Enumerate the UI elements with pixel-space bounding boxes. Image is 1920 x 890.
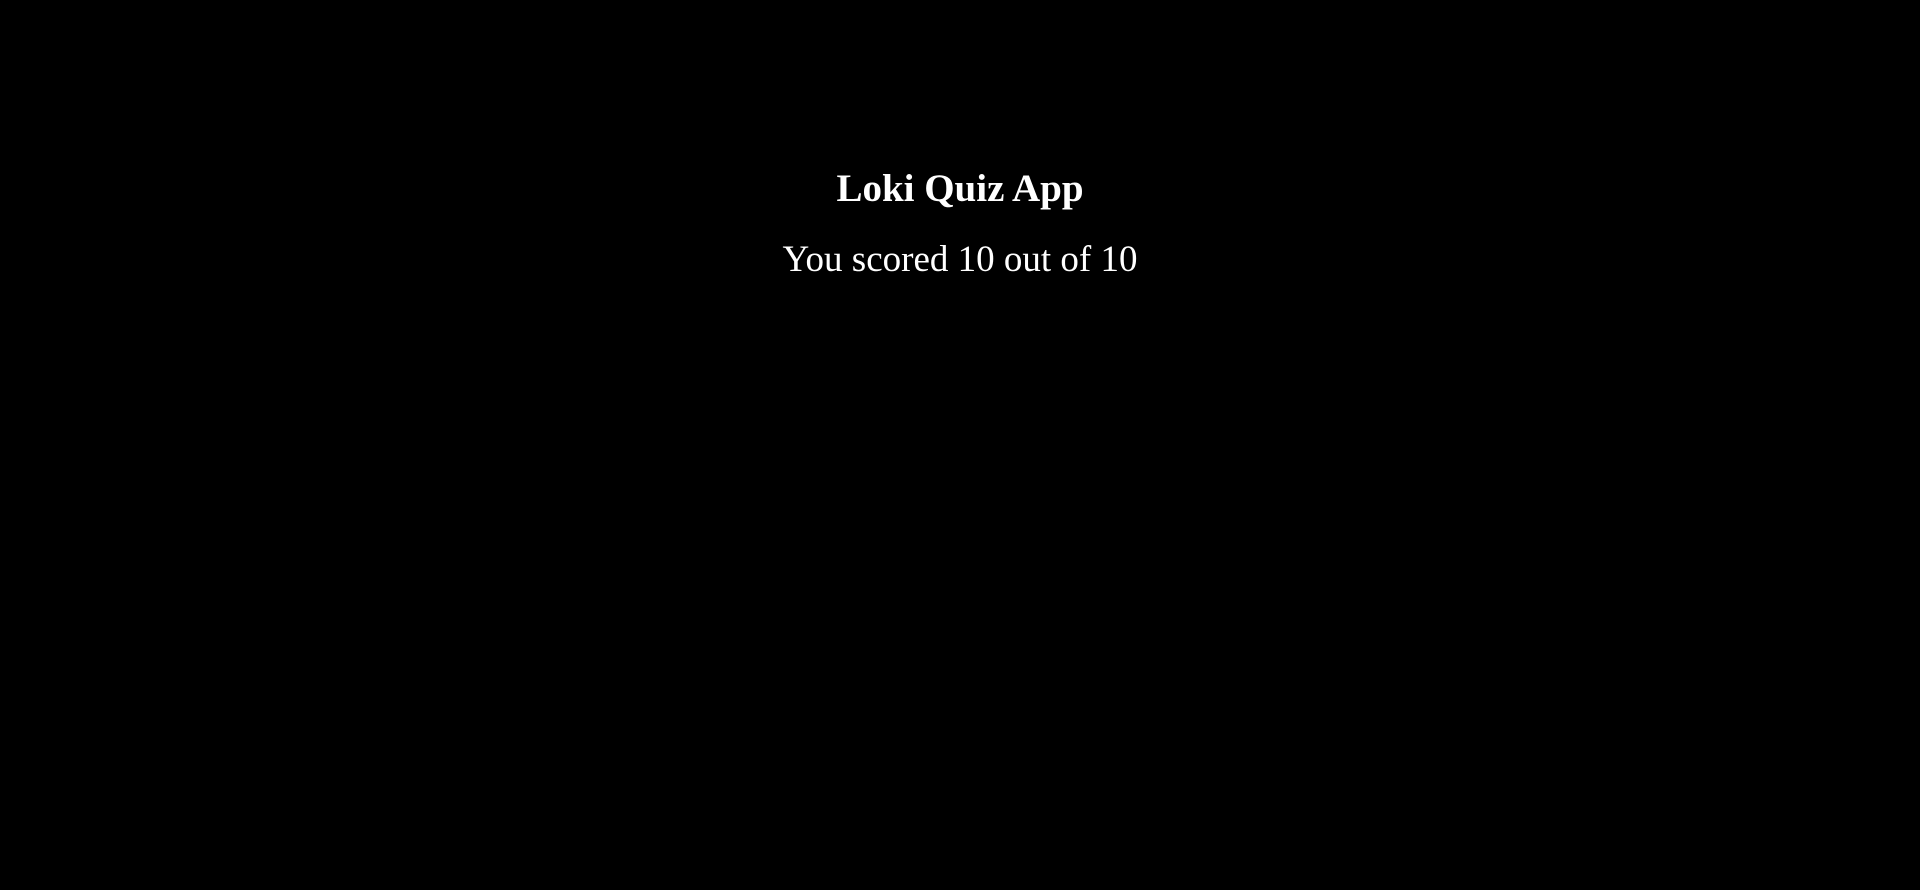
app-title: Loki Quiz App bbox=[836, 167, 1084, 210]
quiz-result-screen: Loki Quiz App You scored 10 out of 10 bbox=[0, 0, 1920, 890]
score-result-text: You scored 10 out of 10 bbox=[782, 239, 1138, 280]
